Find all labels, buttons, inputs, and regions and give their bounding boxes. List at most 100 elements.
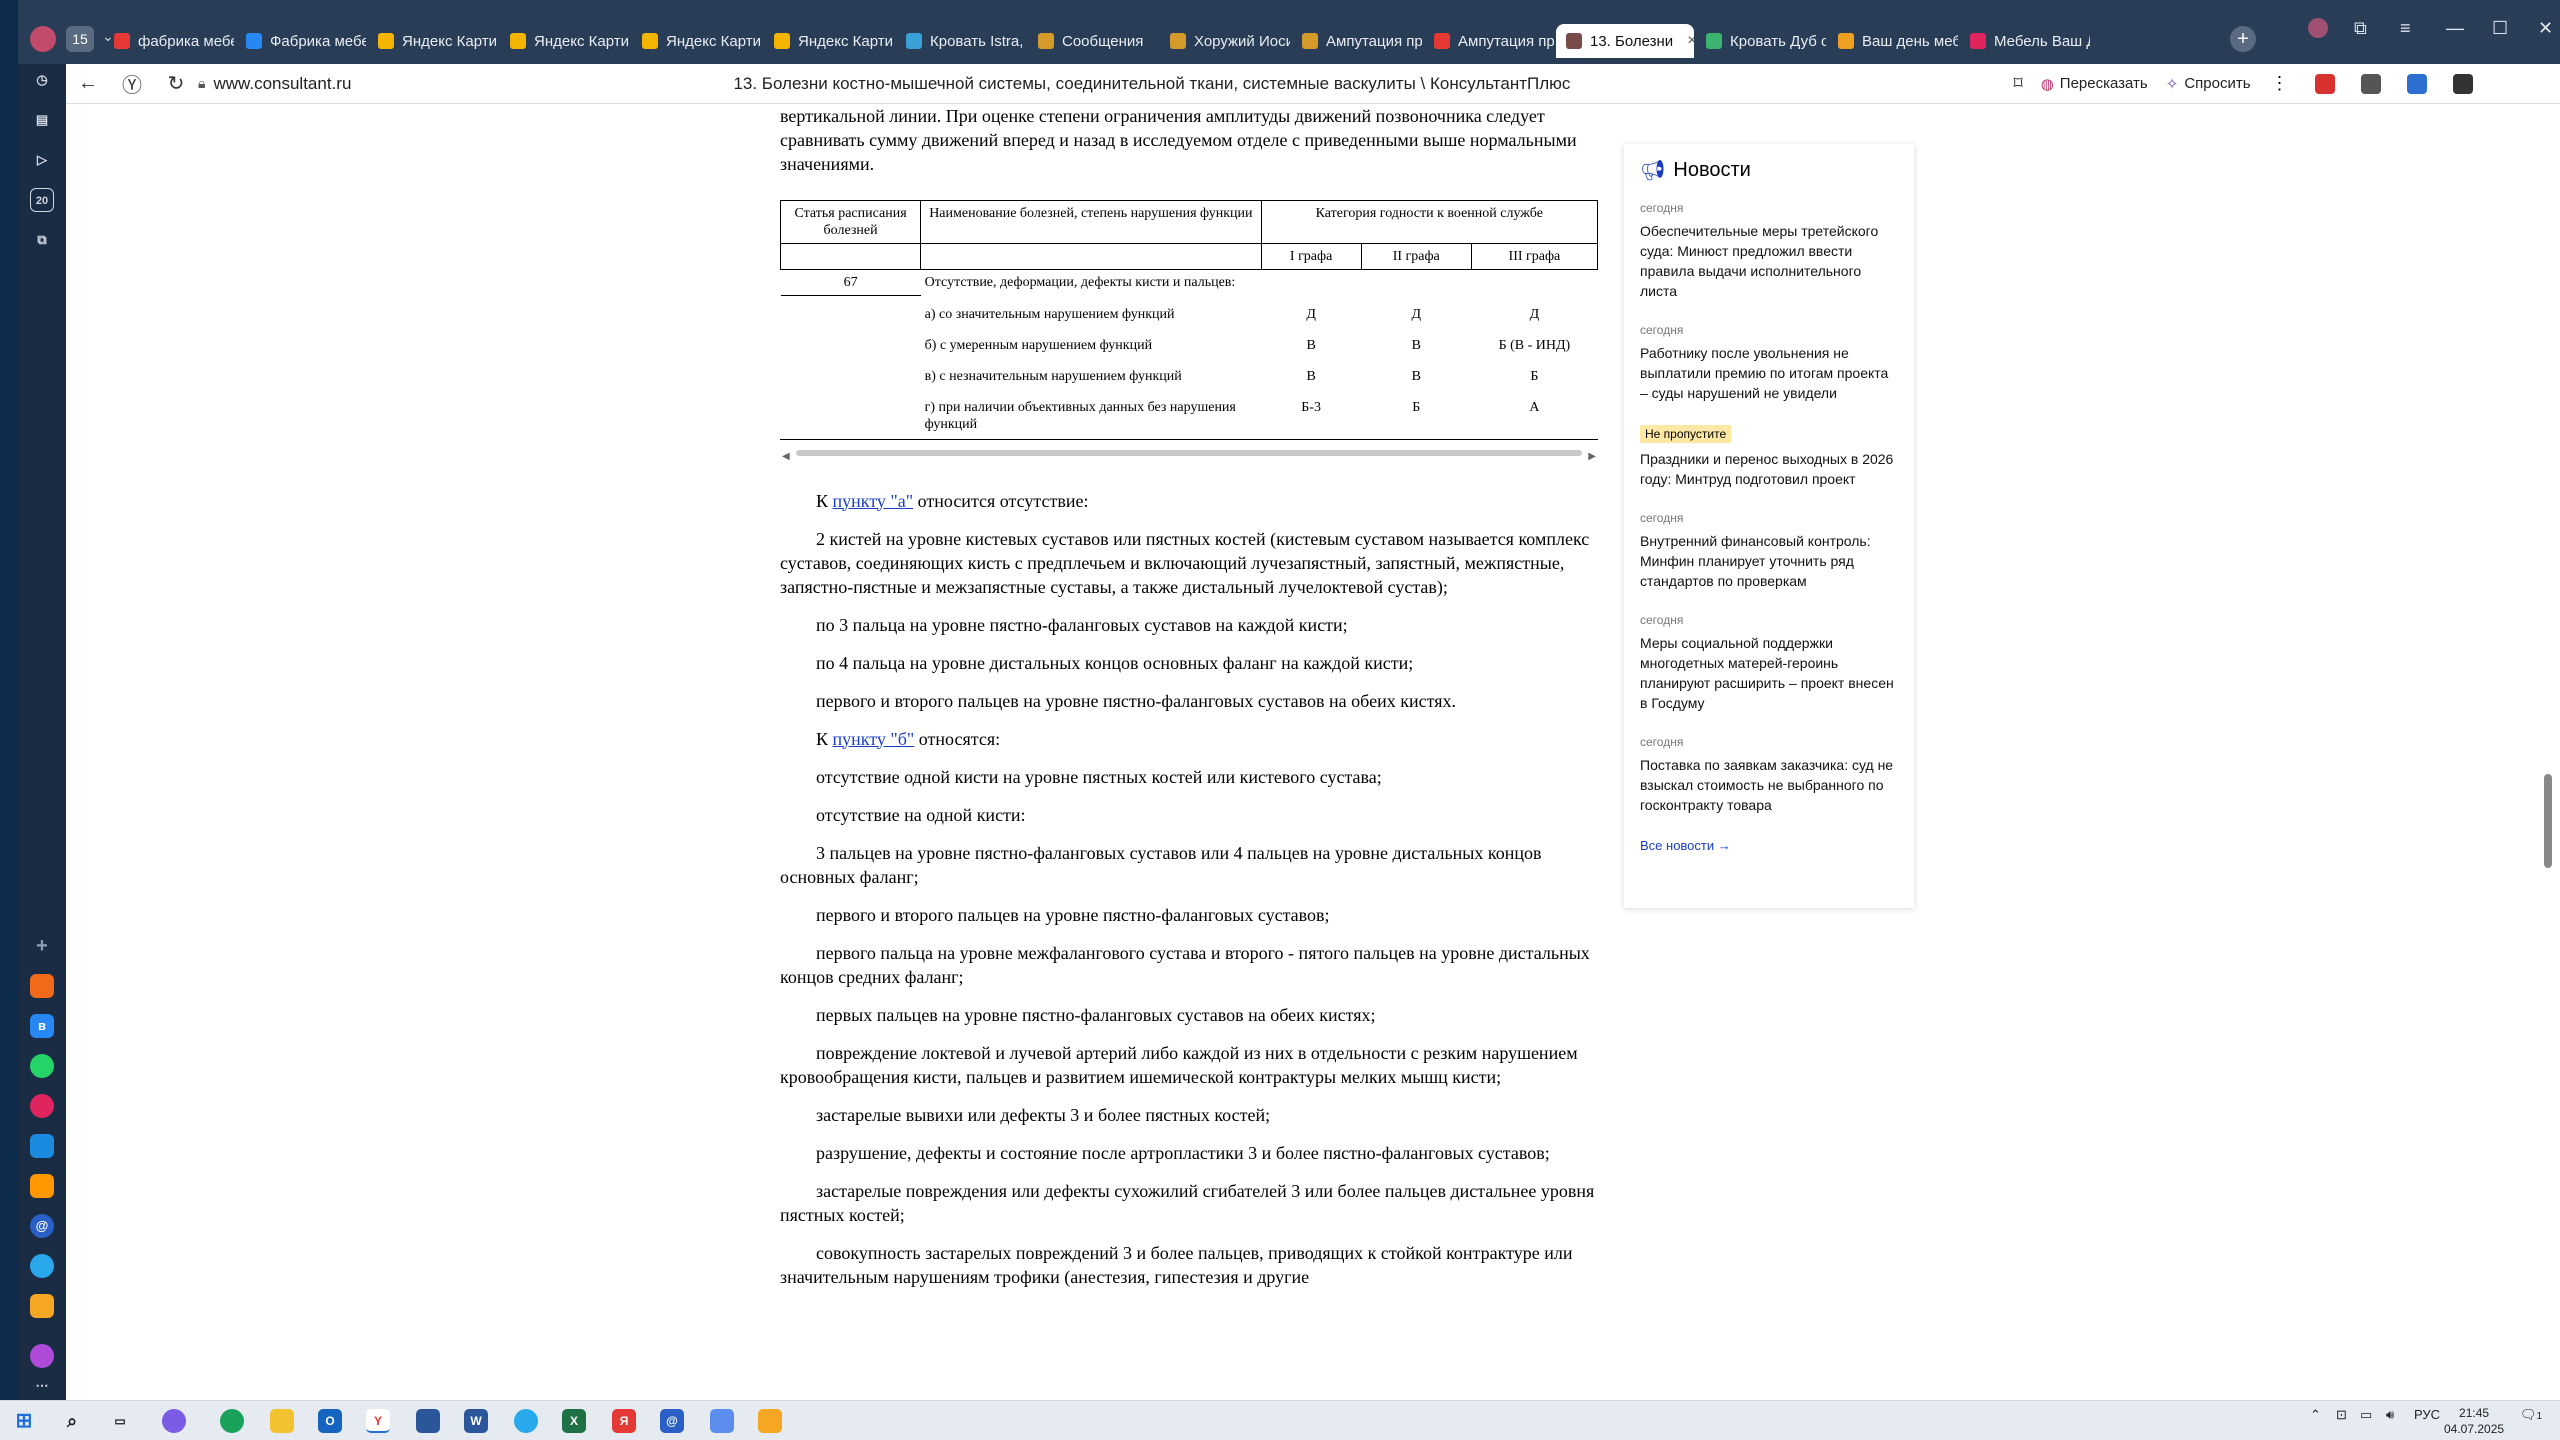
yandex-home-icon[interactable]: Ⓨ — [110, 69, 154, 98]
mail-icon[interactable]: @ — [30, 1214, 54, 1238]
download-arrow-icon[interactable] — [2452, 73, 2473, 94]
news-item[interactable]: сегодня Работнику после увольнения не вып… — [1640, 323, 1898, 403]
play-icon[interactable]: ▷ — [30, 148, 54, 172]
notes-icon[interactable]: ▤ — [30, 108, 54, 132]
more-dots-icon[interactable]: ⋯ — [30, 1374, 54, 1398]
tab-15[interactable]: Мебель Ваш Д — [1960, 26, 2090, 56]
minimize-icon[interactable]: — — [2446, 18, 2464, 39]
tab-11[interactable]: Ампутация пр — [1424, 26, 1554, 56]
tab-7[interactable]: Кровать Istra, ц — [896, 26, 1026, 56]
app-icon[interactable] — [30, 1134, 54, 1158]
history-icon[interactable]: ◷ — [30, 68, 54, 92]
news-date: сегодня — [1640, 511, 1684, 525]
tray-app-icon[interactable]: ⊡ — [2336, 1407, 2347, 1423]
screenshot-icon[interactable]: ⧉ — [30, 228, 54, 252]
table-row: в) с незначительным нарушением функций В В… — [781, 358, 1598, 389]
paragraph: по 3 пальца на уровне пястно-фаланговых … — [816, 614, 1348, 635]
ask-button[interactable]: ✧ Спросить — [2166, 75, 2251, 93]
scroll-thumb[interactable] — [796, 449, 1582, 456]
bookmark-icon[interactable]: ⌑ — [2013, 73, 2022, 94]
word-icon[interactable]: W — [464, 1409, 488, 1433]
close-tab-icon[interactable]: × — [1687, 32, 1694, 50]
news-item[interactable]: Не пропустите Праздники и перенос выходны… — [1640, 425, 1898, 489]
tab-label: Фабрика мебел — [270, 32, 366, 50]
empty-cell — [920, 243, 1262, 270]
telegram-taskbar-icon[interactable] — [514, 1409, 538, 1433]
alice-taskbar-icon[interactable] — [162, 1409, 186, 1433]
retell-button[interactable]: ◍ Пересказать — [2041, 75, 2148, 93]
profile-avatar[interactable] — [30, 26, 56, 52]
more-icon[interactable]: ⋮ — [2271, 73, 2289, 94]
whatsapp-icon[interactable] — [30, 1054, 54, 1078]
edge-icon[interactable] — [220, 1409, 244, 1433]
tab-10[interactable]: Ампутация пр — [1292, 26, 1422, 56]
news-item[interactable]: сегодня Обеспечительные меры третейского … — [1640, 201, 1898, 301]
tab-2[interactable]: Фабрика мебел — [236, 26, 366, 56]
new-tab-button[interactable]: + — [2230, 26, 2256, 52]
search-icon[interactable]: ⌕ — [60, 1409, 84, 1433]
tab-4[interactable]: Яндекс Картин — [500, 26, 630, 56]
telegram-icon[interactable] — [30, 1254, 54, 1278]
site-icon — [1970, 33, 1986, 49]
news-item[interactable]: сегодня Поставка по заявкам заказчика: су… — [1640, 735, 1898, 815]
language-indicator[interactable]: РУС — [2414, 1407, 2440, 1422]
mail-taskbar-icon[interactable]: @ — [660, 1409, 684, 1433]
volume-icon[interactable]: 🔊︎ — [2386, 1407, 2394, 1423]
start-icon[interactable]: ⊞ — [12, 1409, 36, 1433]
tab-8[interactable]: Сообщения — [1028, 26, 1158, 56]
profile-icon[interactable] — [2308, 18, 2328, 38]
maximize-icon[interactable]: ☐ — [2492, 18, 2508, 39]
calendar-icon[interactable]: 20 — [30, 188, 54, 212]
task-view-icon[interactable]: ▭ — [108, 1409, 132, 1433]
explorer-icon[interactable] — [270, 1409, 294, 1433]
tab-13[interactable]: Кровать Дуб с — [1696, 26, 1826, 56]
news-item[interactable]: сегодня Внутренний финансовый контроль: М… — [1640, 511, 1898, 591]
link-punkt-a[interactable]: пункту "а" — [833, 491, 914, 511]
yandex-browser-icon[interactable]: Y — [366, 1409, 390, 1433]
scroll-left-icon[interactable]: ◀ — [782, 445, 790, 469]
url-field[interactable]: www.consultant.ru — [213, 74, 733, 94]
downloads-icon[interactable] — [2360, 73, 2381, 94]
translate-icon[interactable] — [2406, 73, 2427, 94]
tab-12[interactable]: 13. Болезни × — [1556, 24, 1694, 58]
clock[interactable]: 21:45 04.07.2025 — [2444, 1405, 2504, 1437]
tab-3[interactable]: Яндекс Картин — [368, 26, 498, 56]
apps-taskbar-icon[interactable] — [710, 1409, 734, 1433]
fire-app-icon[interactable] — [30, 974, 54, 998]
link-punkt-b[interactable]: пункту "б" — [833, 729, 915, 749]
yandex-icon[interactable]: Я — [612, 1409, 636, 1433]
table-horizontal-scrollbar[interactable]: ◀ ▶ — [780, 438, 1598, 462]
outlook-icon[interactable]: O — [318, 1409, 342, 1433]
col-g2-header: II графа — [1360, 243, 1472, 270]
scroll-right-icon[interactable]: ▶ — [1588, 445, 1596, 469]
news-title: 📢︎ Новости — [1640, 159, 1751, 182]
add-panel-icon[interactable]: + — [30, 934, 54, 958]
menu-icon[interactable]: ≡ — [2400, 18, 2411, 39]
all-news-link[interactable]: Все новости → — [1640, 838, 1731, 853]
app-window-icon[interactable] — [416, 1409, 440, 1433]
paint-icon[interactable] — [758, 1409, 782, 1433]
news-item[interactable]: сегодня Меры социальной поддержки многоде… — [1640, 613, 1898, 713]
tab-9[interactable]: Хоружий Иоси — [1160, 26, 1290, 56]
close-window-icon[interactable]: ✕ — [2538, 18, 2553, 39]
chevron-up-icon[interactable]: ⌃ — [2310, 1407, 2321, 1423]
network-icon[interactable]: ▭ — [2360, 1407, 2372, 1423]
lock-icon[interactable]: 🔒︎ — [198, 75, 205, 92]
tab-6[interactable]: Яндекс Картин — [764, 26, 894, 56]
messenger-icon[interactable] — [30, 1094, 54, 1118]
vk-icon[interactable]: в — [30, 1014, 54, 1038]
alice-icon[interactable] — [30, 1344, 54, 1368]
extension-icon[interactable] — [2314, 73, 2335, 94]
mail-envelope-icon[interactable] — [30, 1294, 54, 1318]
excel-icon[interactable]: X — [562, 1409, 586, 1433]
notifications-icon[interactable]: 🗨︎1 — [2520, 1407, 2542, 1423]
page-scrollbar[interactable] — [2544, 774, 2552, 868]
reload-icon[interactable]: ↻ — [154, 71, 198, 96]
tab-14[interactable]: Ваш день мебе — [1828, 26, 1958, 56]
tab-1[interactable]: фабрика мебели — [104, 26, 234, 56]
collections-icon[interactable]: ⧉ — [2354, 18, 2367, 39]
tab-5[interactable]: Яндекс Картин — [632, 26, 762, 56]
apps-grid-icon[interactable] — [30, 1174, 54, 1198]
back-icon[interactable]: ← — [66, 72, 110, 95]
tab-counter[interactable]: 15 — [66, 26, 94, 52]
